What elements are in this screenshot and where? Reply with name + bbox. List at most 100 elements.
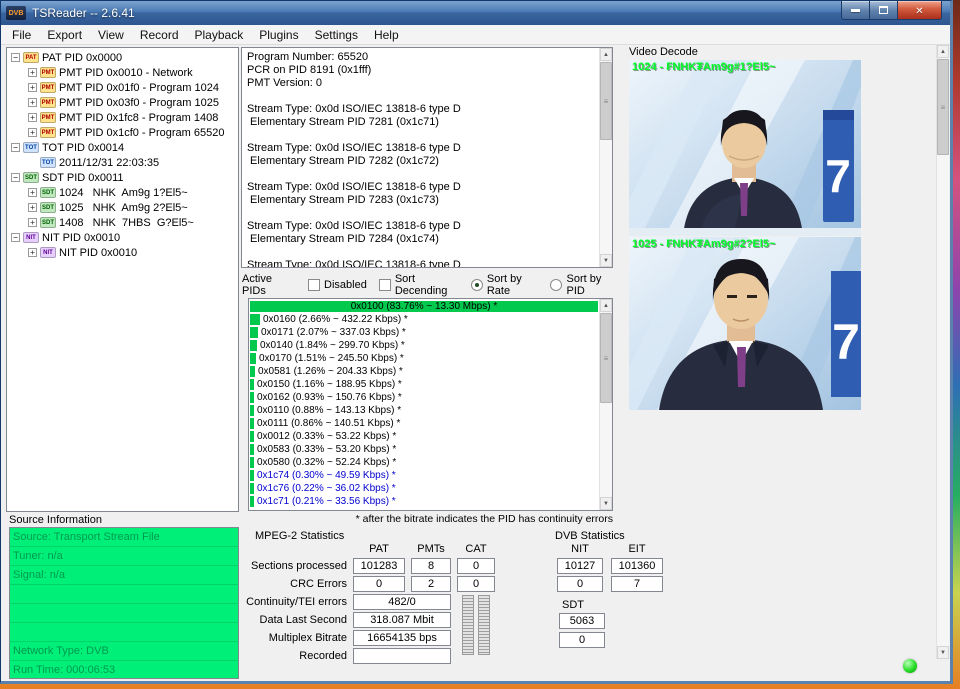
pid-row[interactable]: 0x0170 (1.51% ~ 245.50 Kbps) * [250, 352, 598, 365]
expand-icon[interactable]: + [28, 203, 37, 212]
expander-spacer [28, 158, 37, 167]
source-info-row: Signal: n/a [10, 566, 238, 585]
pid-row[interactable]: 0x0012 (0.33% ~ 53.22 Kbps) * [250, 430, 598, 443]
tree-item[interactable]: −SDTSDT PID 0x0011 [7, 170, 238, 185]
mpeg-stat-field: 2 [411, 576, 451, 592]
menu-item-plugins[interactable]: Plugins [251, 26, 306, 44]
sdt-table-icon: SDT [40, 187, 56, 198]
tree-item[interactable]: −NITNIT PID 0x0010 [7, 230, 238, 245]
status-ok-dot [903, 659, 917, 673]
tree-item[interactable]: +PMTPMT PID 0x1cf0 - Program 65520 [7, 125, 238, 140]
collapse-icon[interactable]: − [11, 53, 20, 62]
expand-icon[interactable]: + [28, 128, 37, 137]
video-thumbnail-1025[interactable]: 7 1025 - ₣NHK₮Am9g#2?El5~ [629, 237, 861, 410]
pid-list: 0x0100 (83.76% ~ 13.30 Mbps) *0x0160 (2.… [250, 300, 598, 508]
tree-item[interactable]: TOT2011/12/31 22:03:35 [7, 155, 238, 170]
disabled-checkbox[interactable] [308, 279, 320, 291]
expand-icon[interactable]: + [28, 188, 37, 197]
scroll-down-arrow[interactable] [600, 497, 612, 510]
details-line: Stream Type: 0x0d ISO/IEC 13818-6 type D [247, 181, 596, 194]
close-button[interactable] [897, 1, 942, 20]
mpeg-stat-field: 8 [411, 558, 451, 574]
menu-item-settings[interactable]: Settings [307, 26, 366, 44]
tree-item[interactable]: −PATPAT PID 0x0000 [7, 50, 238, 65]
pid-list-scrollbar[interactable] [599, 299, 612, 510]
maximize-icon [879, 6, 888, 14]
pid-row[interactable]: 0x0581 (1.26% ~ 204.33 Kbps) * [250, 365, 598, 378]
pid-row[interactable]: 0x0100 (83.76% ~ 13.30 Mbps) * [250, 300, 598, 313]
active-pids-title: Active PIDs [242, 273, 290, 297]
news-video-frame: 7 [629, 60, 861, 236]
details-line: Elementary Stream PID 7281 (0x1c71) [247, 116, 596, 129]
scroll-up-arrow[interactable] [600, 299, 612, 312]
expand-icon[interactable]: + [28, 248, 37, 257]
pid-row[interactable]: 0x1c74 (0.30% ~ 49.59 Kbps) * [250, 469, 598, 482]
expand-icon[interactable]: + [28, 98, 37, 107]
menu-item-playback[interactable]: Playback [187, 26, 252, 44]
tree-item[interactable]: +PMTPMT PID 0x1fc8 - Program 1408 [7, 110, 238, 125]
sdt-errors-field: 0 [559, 632, 605, 648]
pid-scrollbar-thumb[interactable] [600, 313, 612, 403]
expand-icon[interactable]: + [28, 68, 37, 77]
pid-row[interactable]: 0x0583 (0.33% ~ 53.20 Kbps) * [250, 443, 598, 456]
menu-item-view[interactable]: View [90, 26, 132, 44]
menu-item-record[interactable]: Record [132, 26, 187, 44]
mpeg-stat-field: 0 [457, 576, 495, 592]
pid-row-label: 0x0160 (2.66% ~ 432.22 Kbps) * [263, 314, 408, 325]
expand-icon[interactable]: + [28, 83, 37, 92]
expand-icon[interactable]: + [28, 113, 37, 122]
details-scrollbar[interactable] [599, 48, 612, 267]
tree-item[interactable]: +SDT1024 NHK Am9g 1?El5~ [7, 185, 238, 200]
maximize-button[interactable] [870, 1, 897, 20]
pid-row[interactable]: 0x1c76 (0.22% ~ 36.02 Kbps) * [250, 482, 598, 495]
collapse-icon[interactable]: − [11, 143, 20, 152]
pid-row[interactable]: 0x0580 (0.32% ~ 52.24 Kbps) * [250, 456, 598, 469]
sort-by-rate-radio[interactable] [471, 279, 483, 291]
details-line: Elementary Stream PID 7283 (0x1c73) [247, 194, 596, 207]
main-scrollbar[interactable] [936, 45, 949, 659]
pid-row[interactable]: 0x0111 (0.86% ~ 140.51 Kbps) * [250, 417, 598, 430]
pid-row[interactable]: 0x0150 (1.16% ~ 188.95 Kbps) * [250, 378, 598, 391]
tree-item[interactable]: +SDT1025 NHK Am9g 2?El5~ [7, 200, 238, 215]
scroll-down-arrow[interactable] [600, 254, 612, 267]
scroll-up-arrow[interactable] [600, 48, 612, 61]
details-line [247, 129, 596, 142]
window-controls [841, 1, 942, 20]
tree-item[interactable]: −TOTTOT PID 0x0014 [7, 140, 238, 155]
tree-item[interactable]: +NITNIT PID 0x0010 [7, 245, 238, 260]
news-7-badge: 7 [823, 110, 854, 222]
pid-row-label: 0x0580 (0.32% ~ 52.24 Kbps) * [257, 457, 396, 468]
menu-item-help[interactable]: Help [366, 26, 407, 44]
menu-item-export[interactable]: Export [39, 26, 90, 44]
title-bar[interactable]: DVB TSReader -- 2.6.41 [1, 1, 950, 25]
video-thumbnail-1024[interactable]: 7 1024 - ₣NHK₮Am9g#1?El5~ [629, 60, 861, 236]
pid-row-label: 0x1c74 (0.30% ~ 49.59 Kbps) * [257, 470, 396, 481]
scroll-down-arrow[interactable] [937, 646, 949, 659]
details-line [247, 90, 596, 103]
pid-row[interactable]: 0x0140 (1.84% ~ 299.70 Kbps) * [250, 339, 598, 352]
pid-rate-bar [250, 470, 254, 481]
main-scrollbar-thumb[interactable] [937, 59, 949, 155]
collapse-icon[interactable]: − [11, 173, 20, 182]
minimize-button[interactable] [841, 1, 870, 20]
pid-row[interactable]: 0x0171 (2.07% ~ 337.03 Kbps) * [250, 326, 598, 339]
pid-row[interactable]: 0x0162 (0.93% ~ 150.76 Kbps) * [250, 391, 598, 404]
menu-item-file[interactable]: File [4, 26, 39, 44]
sort-descending-checkbox[interactable] [379, 279, 391, 291]
nit-table-icon: NIT [40, 247, 56, 258]
expand-icon[interactable]: + [28, 218, 37, 227]
sort-by-pid-radio[interactable] [550, 279, 562, 291]
tree-item[interactable]: +PMTPMT PID 0x01f0 - Program 1024 [7, 80, 238, 95]
collapse-icon[interactable]: − [11, 233, 20, 242]
tree-item[interactable]: +PMTPMT PID 0x0010 - Network [7, 65, 238, 80]
tree-item[interactable]: +PMTPMT PID 0x03f0 - Program 1025 [7, 95, 238, 110]
mpeg-row-label: Sections processed [243, 558, 347, 574]
mpeg-row-label: CRC Errors [243, 576, 347, 592]
pid-row[interactable]: 0x0160 (2.66% ~ 432.22 Kbps) * [250, 313, 598, 326]
pid-row[interactable]: 0x0110 (0.88% ~ 143.13 Kbps) * [250, 404, 598, 417]
scroll-up-arrow[interactable] [937, 45, 949, 58]
tree-item[interactable]: +SDT1408 NHK 7HBS G?El5~ [7, 215, 238, 230]
tree-item-label: SDT PID 0x0011 [42, 172, 124, 184]
pid-row[interactable]: 0x1c71 (0.21% ~ 33.56 Kbps) * [250, 495, 598, 508]
details-scrollbar-thumb[interactable] [600, 62, 612, 140]
